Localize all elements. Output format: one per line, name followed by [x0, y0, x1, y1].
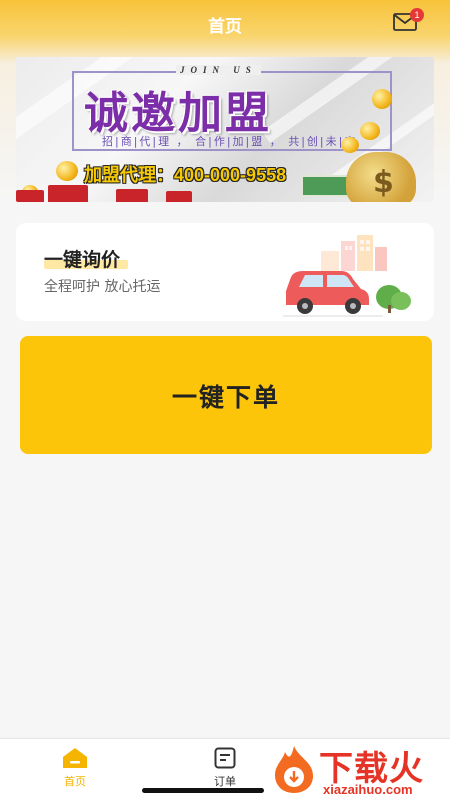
home-icon [63, 748, 87, 768]
gift-icon [116, 189, 148, 202]
gift-icon [166, 191, 192, 202]
coin-icon [372, 89, 392, 109]
cash-stack-icon [301, 175, 349, 197]
coin-icon [341, 137, 359, 153]
coin-icon [360, 122, 380, 140]
banner-subtitle: 招|商|代|理 ， 合|作|加|盟 ， 共|创|未|来 [102, 135, 358, 148]
flame-logo-icon [275, 746, 313, 793]
order-list-icon [214, 747, 236, 769]
banner-phone: 加盟代理：400-000-9558 [84, 165, 287, 185]
tab-home-label: 首页 [64, 775, 86, 788]
banner-title: 诚邀加盟 [84, 88, 272, 139]
tab-orders-label: 订单 [214, 775, 236, 788]
tab-home[interactable]: 首页 [45, 743, 105, 791]
header: 首页 1 [0, 0, 450, 48]
coin-icon [56, 161, 78, 181]
unread-badge: 1 [410, 8, 424, 22]
banner-join-text: JOIN US [176, 65, 261, 75]
quick-order-button[interactable]: 一键下单 [20, 336, 432, 454]
page-title: 首页 [208, 17, 242, 37]
dollar-sign: $ [373, 165, 394, 200]
quick-inquiry-card[interactable]: 一键询价 全程呵护 放心托运 [16, 223, 434, 321]
tab-orders[interactable]: 订单 [195, 743, 255, 791]
home-indicator [142, 788, 264, 793]
car-city-illustration [283, 235, 411, 317]
watermark-url: xiazaihuo.com [323, 782, 413, 797]
watermark: 下载火 xiazaihuo.com [265, 738, 450, 800]
promo-banner[interactable]: JOIN US 诚邀加盟 招|商|代|理 ， 合|作|加|盟 ， 共|创|未|来… [16, 57, 434, 202]
inquiry-title: 一键询价 [44, 249, 121, 271]
inquiry-subtitle: 全程呵护 放心托运 [44, 279, 161, 295]
gift-icon [16, 190, 44, 202]
gift-icon [48, 185, 88, 202]
mail-button[interactable]: 1 [393, 8, 424, 33]
quick-order-label: 一键下单 [171, 383, 280, 412]
